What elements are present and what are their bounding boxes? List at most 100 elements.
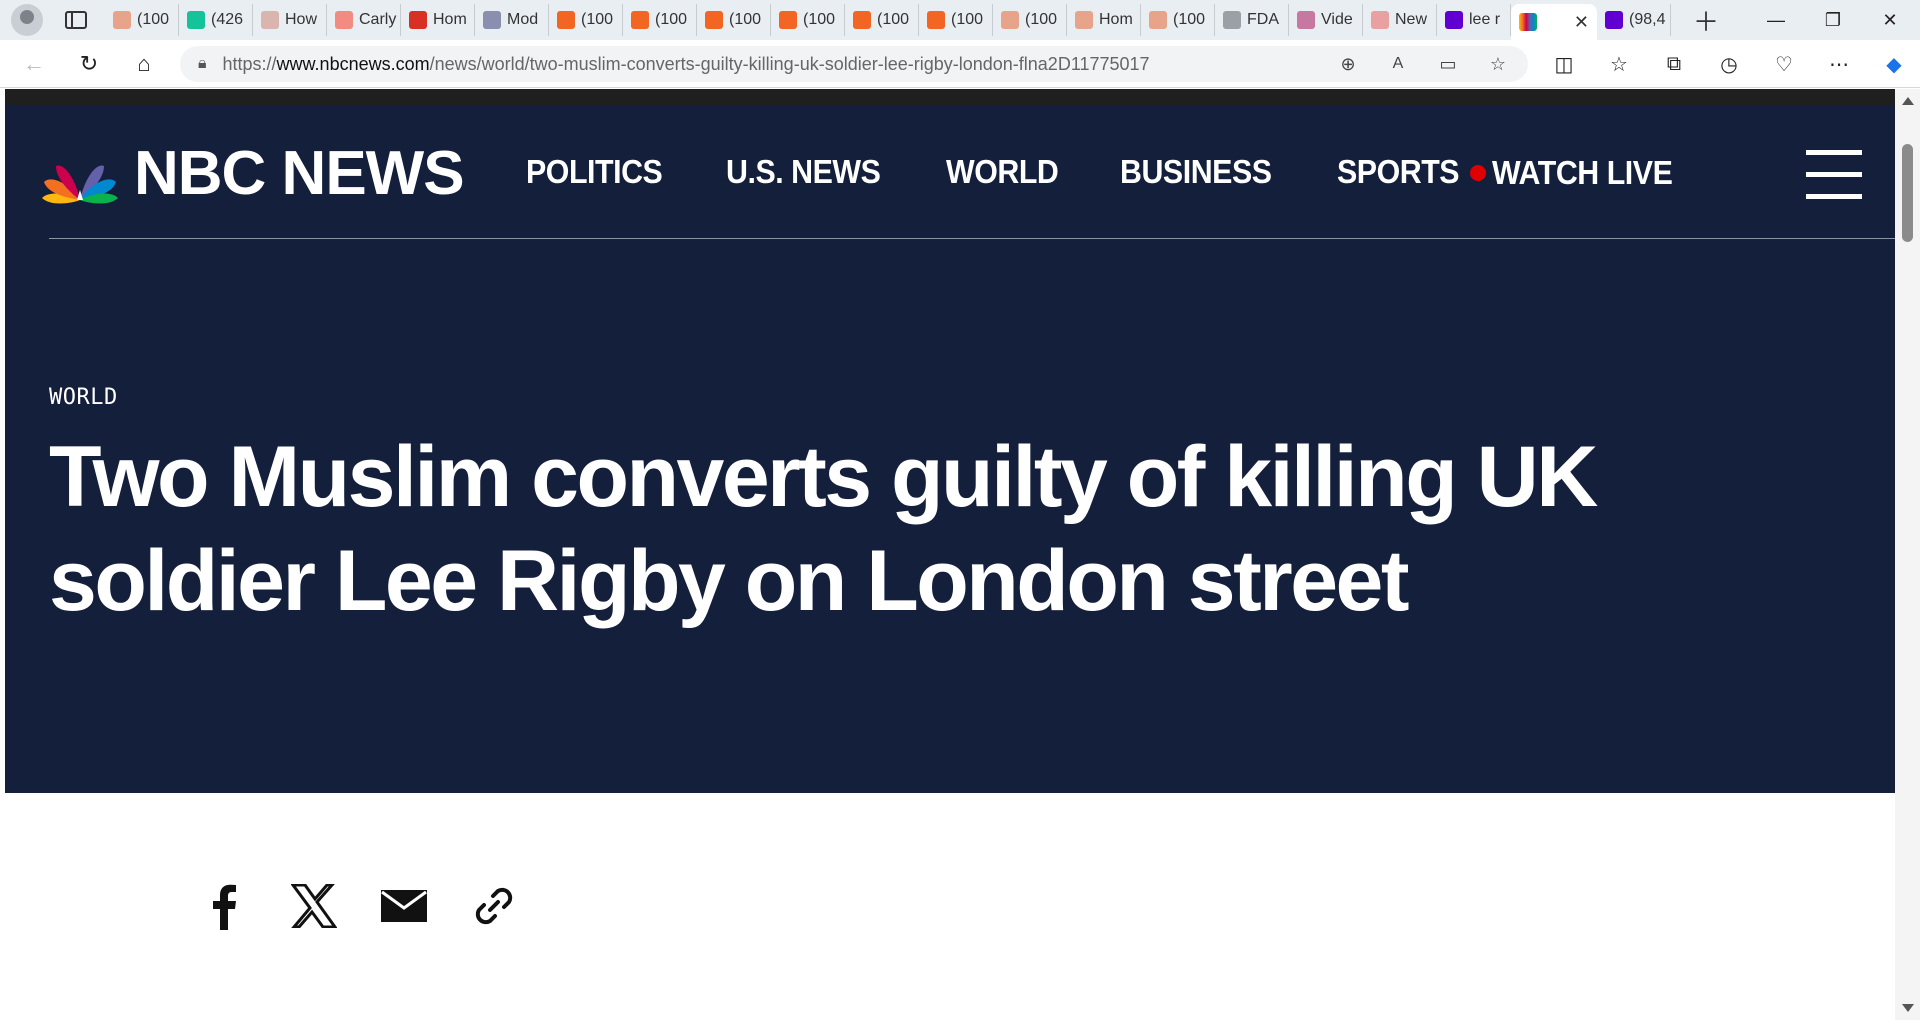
bookmark-icon <box>927 11 945 29</box>
browser-tab[interactable]: (100 <box>105 4 179 36</box>
nav-sports[interactable]: SPORTS <box>1337 155 1460 188</box>
nav-business[interactable]: BUSINESS <box>1120 155 1272 188</box>
url-text[interactable]: https://www.nbcnews.com/news/world/two-m… <box>223 54 1150 75</box>
article-hero: NBC NEWS POLITICS U.S. NEWS WORLD BUSINE… <box>5 105 1895 793</box>
facebook-icon[interactable] <box>200 882 248 930</box>
browser-tab[interactable]: Carly <box>327 4 401 36</box>
restore-button[interactable]: ❐ <box>1805 0 1861 40</box>
bi-icon <box>261 11 279 29</box>
tab-title: (100 <box>1173 11 1206 28</box>
browser-tab[interactable]: Mod <box>475 4 549 36</box>
tab-title: Carly <box>359 11 397 28</box>
browser-tab[interactable]: (98,4 <box>1597 4 1671 36</box>
scroll-up-arrow-icon[interactable] <box>1902 97 1914 105</box>
nav-politics[interactable]: POLITICS <box>526 155 663 188</box>
split-screen-icon[interactable]: ◫ <box>1548 48 1580 80</box>
link-icon[interactable] <box>470 882 518 930</box>
browser-tab[interactable]: lee r <box>1437 4 1511 36</box>
more-icon[interactable]: ⋯ <box>1823 48 1855 80</box>
section-label[interactable]: WORLD <box>49 385 118 410</box>
collections-icon[interactable]: ⧉ <box>1658 48 1690 80</box>
bookmark-icon <box>631 11 649 29</box>
main-nav: POLITICS U.S. NEWS WORLD BUSINESS SPORTS <box>526 155 1470 188</box>
header-divider <box>49 238 1895 239</box>
favorites-icon[interactable]: ☆ <box>1603 48 1635 80</box>
browser-tab[interactable]: (100 <box>845 4 919 36</box>
minimize-button[interactable]: — <box>1748 0 1804 40</box>
bookmark-icon <box>113 11 131 29</box>
grammarly-icon <box>187 11 205 29</box>
favorite-star-icon[interactable]: ☆ <box>1486 52 1510 76</box>
page-viewport: NBC NEWS POLITICS U.S. NEWS WORLD BUSINE… <box>5 89 1895 1020</box>
copilot-icon[interactable]: ◆ <box>1878 48 1910 80</box>
profile-avatar[interactable] <box>11 4 43 36</box>
scrollbar[interactable] <box>1895 89 1920 1020</box>
tab-title: Vide <box>1321 11 1353 28</box>
nav-world[interactable]: WORLD <box>946 155 1059 188</box>
text-icon <box>483 11 501 29</box>
close-tab-icon[interactable]: ✕ <box>1574 12 1589 33</box>
nav-us-news[interactable]: U.S. NEWS <box>726 155 881 188</box>
yahoo-icon <box>1445 11 1463 29</box>
health-icon[interactable]: ♡ <box>1768 48 1800 80</box>
browser-tab[interactable]: (100 <box>771 4 845 36</box>
tab-title: FDA <box>1247 11 1279 28</box>
email-icon[interactable] <box>380 882 428 930</box>
nbc-news-logo[interactable]: NBC NEWS <box>40 139 465 208</box>
tab-title: (100 <box>877 11 910 28</box>
read-aloud-icon[interactable]: A <box>1386 52 1410 76</box>
r-icon <box>1371 11 1389 29</box>
refresh-button[interactable]: ↻ <box>73 48 105 80</box>
browser-tab[interactable]: FDA <box>1215 4 1289 36</box>
bookmark-icon <box>557 11 575 29</box>
browser-tab[interactable]: (426 <box>179 4 253 36</box>
brand-wordmark: NBC NEWS <box>134 139 465 208</box>
browser-tab[interactable]: Vide <box>1289 4 1363 36</box>
browser-tab[interactable]: New <box>1363 4 1437 36</box>
site-header: NBC NEWS POLITICS U.S. NEWS WORLD BUSINE… <box>5 105 1895 239</box>
tab-title: Mod <box>507 11 539 28</box>
tab-title: Hom <box>1099 11 1133 28</box>
browser-tab[interactable]: (100 <box>919 4 993 36</box>
address-bar[interactable]: 🔒︎ https://www.nbcnews.com/news/world/tw… <box>180 46 1528 82</box>
tab-title: (100 <box>137 11 170 28</box>
tab-title: (100 <box>951 11 984 28</box>
browser-tab[interactable]: Hom <box>401 4 475 36</box>
home-button[interactable]: ⌂ <box>128 48 160 80</box>
tab-title: How <box>285 11 318 28</box>
browser-tab[interactable]: (100 <box>993 4 1067 36</box>
active-tab[interactable]: ✕ <box>1511 4 1597 40</box>
history-icon[interactable]: ◷ <box>1713 48 1745 80</box>
podcast-icon <box>409 11 427 29</box>
tab-title: lee r <box>1469 11 1501 28</box>
scroll-down-arrow-icon[interactable] <box>1902 1004 1914 1012</box>
immersive-reader-icon[interactable]: ▭ <box>1436 52 1460 76</box>
new-tab-button[interactable]: ＋ <box>1693 2 1719 39</box>
lock-icon[interactable]: 🔒︎ <box>198 55 207 73</box>
browser-tab[interactable]: (100 <box>1141 4 1215 36</box>
live-dot-icon <box>1470 165 1486 181</box>
watch-live-label: WATCH LIVE <box>1492 154 1673 191</box>
tab-title: (100 <box>803 11 836 28</box>
hamburger-menu-button[interactable] <box>1806 150 1862 200</box>
back-button[interactable]: ← <box>18 48 50 80</box>
document-icon <box>1223 11 1241 29</box>
scroll-thumb[interactable] <box>1902 144 1913 242</box>
browser-tab[interactable]: Hom <box>1067 4 1141 36</box>
browser-tab[interactable]: (100 <box>623 4 697 36</box>
close-window-button[interactable]: ✕ <box>1862 0 1918 40</box>
address-toolbar: ← ↻ ⌂ 🔒︎ https://www.nbcnews.com/news/wo… <box>0 40 1920 88</box>
tab-actions-icon[interactable] <box>65 11 87 29</box>
browser-tab[interactable]: (100 <box>697 4 771 36</box>
bookmark-icon <box>1001 11 1019 29</box>
zoom-icon[interactable]: ⊕ <box>1336 52 1360 76</box>
tab-strip: (100 (426 How Carly Hom Mod (100 (100 (100 (100 (1… <box>0 0 1920 40</box>
browser-tab[interactable]: How <box>253 4 327 36</box>
tab-title: (100 <box>1025 11 1058 28</box>
bookmark-icon <box>853 11 871 29</box>
bookmark-icon <box>1149 11 1167 29</box>
browser-tab[interactable]: (100 <box>549 4 623 36</box>
bookmark-icon <box>705 11 723 29</box>
watch-live-link[interactable]: WATCH LIVE <box>1470 154 1688 192</box>
x-icon[interactable] <box>290 882 338 930</box>
